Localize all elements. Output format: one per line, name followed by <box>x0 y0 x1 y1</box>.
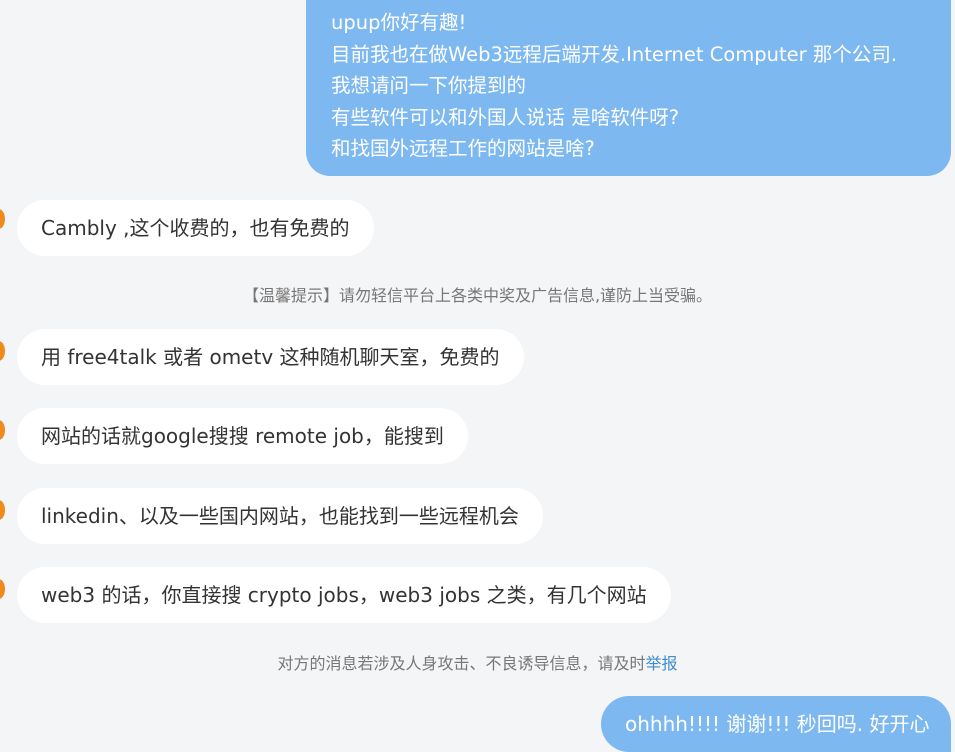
message-text: linkedin、以及一些国内网站，也能找到一些远程机会 <box>41 504 519 528</box>
report-link[interactable]: 举报 <box>646 654 678 673</box>
incoming-message-bubble: linkedin、以及一些国内网站，也能找到一些远程机会 <box>17 488 543 544</box>
sender-avatar[interactable] <box>0 341 5 361</box>
incoming-message-bubble: web3 的话，你直接搜 crypto jobs，web3 jobs 之类，有几… <box>17 567 671 623</box>
message-text: 用 free4talk 或者 ometv 这种随机聊天室，免费的 <box>41 345 500 369</box>
incoming-message-bubble: 网站的话就google搜搜 remote job，能搜到 <box>17 408 468 464</box>
message-line: 和找国外远程工作的网站是啥? <box>331 137 595 160</box>
warm-tip-notice: 【温馨提示】请勿轻信平台上各类中奖及广告信息,谨防上当受骗。 <box>0 282 955 306</box>
message-line: 我想请问一下你提到的 <box>331 74 527 97</box>
sender-avatar[interactable] <box>0 579 5 599</box>
sender-avatar[interactable] <box>0 209 5 229</box>
sender-avatar[interactable] <box>0 420 5 440</box>
outgoing-message-bubble: ohhhh!!!! 谢谢!!! 秒回吗. 好开心 <box>601 696 951 752</box>
message-line: 目前我也在做Web3远程后端开发.Internet Computer 那个公司. <box>331 42 898 66</box>
message-text: 网站的话就google搜搜 remote job，能搜到 <box>41 424 444 448</box>
warm-tip-text: 【温馨提示】请勿轻信平台上各类中奖及广告信息,谨防上当受骗。 <box>242 286 713 305</box>
outgoing-message-bubble: upup你好有趣! 目前我也在做Web3远程后端开发.Internet Comp… <box>306 0 951 176</box>
incoming-message-bubble: 用 free4talk 或者 ometv 这种随机聊天室，免费的 <box>17 329 524 385</box>
incoming-message-bubble: Cambly ,这个收费的，也有免费的 <box>17 200 374 256</box>
message-text: Cambly ,这个收费的，也有免费的 <box>41 216 350 240</box>
sender-avatar[interactable] <box>0 500 5 520</box>
message-line: upup你好有趣! <box>331 11 467 34</box>
message-text: web3 的话，你直接搜 crypto jobs，web3 jobs 之类，有几… <box>41 583 647 607</box>
report-notice: 对方的消息若涉及人身攻击、不良诱导信息，请及时举报 <box>0 650 955 674</box>
message-text: ohhhh!!!! 谢谢!!! 秒回吗. 好开心 <box>625 712 930 736</box>
report-notice-text: 对方的消息若涉及人身攻击、不良诱导信息，请及时 <box>277 654 646 673</box>
message-line: 有些软件可以和外国人说话 是啥软件呀? <box>331 105 680 129</box>
